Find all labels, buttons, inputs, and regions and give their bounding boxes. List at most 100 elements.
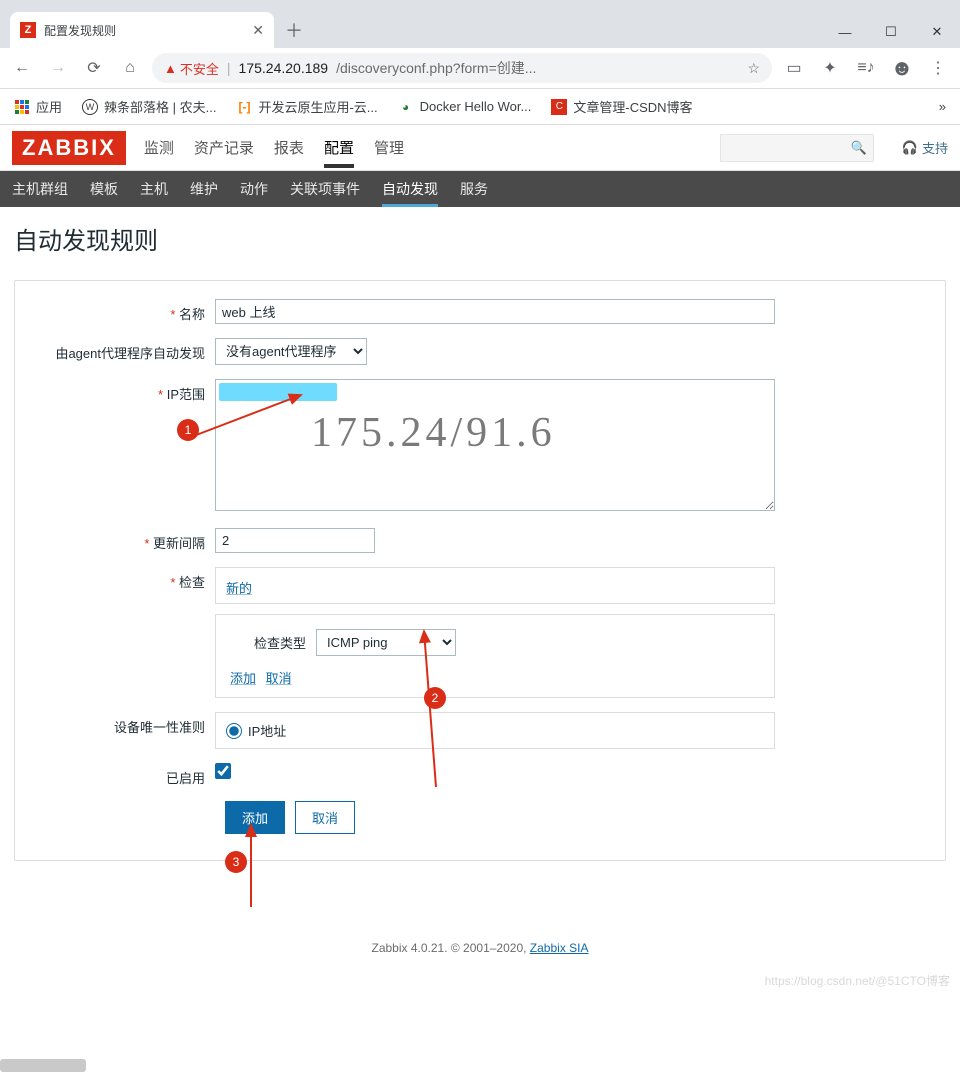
- headset-icon: 🎧: [902, 140, 918, 156]
- subnav-maintenance[interactable]: 维护: [190, 171, 218, 207]
- uniqueness-box: IP地址: [215, 712, 775, 749]
- home-button[interactable]: ⌂: [116, 54, 144, 82]
- close-window-button[interactable]: ✕: [914, 16, 960, 48]
- h-scrollbar-thumb[interactable]: [0, 1059, 86, 1072]
- profile-icon[interactable]: ☻: [888, 54, 916, 82]
- back-button[interactable]: ←: [8, 54, 36, 82]
- apps-icon: [15, 100, 29, 114]
- subnav-hostgroups[interactable]: 主机群组: [12, 171, 68, 207]
- zabbix-header: ZABBIX 监测 资产记录 报表 配置 管理 🔍 🎧支持: [0, 125, 960, 171]
- watermark: https://blog.csdn.net/@51CTO博客: [765, 972, 950, 989]
- top-nav: 监测 资产记录 报表 配置 管理: [144, 127, 404, 168]
- nav-administration[interactable]: 管理: [374, 127, 404, 168]
- label-name: 名称: [33, 299, 215, 323]
- bookmark-1-label: 辣条部落格 | 农夫...: [104, 97, 216, 116]
- inner-add-link[interactable]: 添加: [230, 671, 256, 686]
- uniqueness-radio-ip[interactable]: [226, 723, 242, 739]
- insecure-icon: ▲ 不安全: [164, 59, 219, 78]
- inner-cancel-link[interactable]: 取消: [266, 671, 292, 686]
- browser-tab[interactable]: Z 配置发现规则 ✕: [10, 12, 274, 48]
- csdn-icon: C: [551, 99, 567, 115]
- insecure-label: 不安全: [180, 59, 219, 78]
- bookmarks-bar: 应用 W 辣条部落格 | 农夫... [-]开发云原生应用-云... ◕ Docke…: [0, 89, 960, 125]
- support-link[interactable]: 🎧支持: [902, 138, 948, 157]
- nav-configuration[interactable]: 配置: [324, 127, 354, 168]
- bookmarks-overflow[interactable]: »: [933, 95, 952, 118]
- url-path: /discoveryconf.php?form=创建...: [336, 58, 536, 78]
- check-new-link[interactable]: 新的: [226, 581, 252, 596]
- minimize-button[interactable]: —: [822, 16, 868, 48]
- bookmark-star-icon[interactable]: ☆: [747, 60, 760, 77]
- footer-link[interactable]: Zabbix SIA: [530, 941, 589, 955]
- window-controls: — ☐ ✕: [822, 16, 960, 48]
- bookmark-4-label: 文章管理-CSDN博客: [573, 97, 692, 116]
- bookmark-2[interactable]: [-]开发云原生应用-云...: [230, 93, 383, 120]
- maximize-button[interactable]: ☐: [868, 16, 914, 48]
- submit-button[interactable]: 添加: [225, 801, 285, 834]
- annotation-handwriting: 175.24/91.6: [311, 409, 556, 457]
- subnav-hosts[interactable]: 主机: [140, 171, 168, 207]
- label-checks: 检查: [33, 567, 215, 591]
- bookmark-3[interactable]: ◕ Docker Hello Wor...: [392, 95, 538, 119]
- label-uniqueness: 设备唯一性准则: [33, 712, 215, 736]
- apps-shortcut[interactable]: 应用: [8, 93, 68, 120]
- wordpress-icon: W: [82, 99, 98, 115]
- label-interval: 更新间隔: [33, 528, 215, 552]
- address-bar[interactable]: ▲ 不安全 | 175.24.20.189/discoveryconf.php?…: [152, 53, 772, 83]
- uniqueness-option-label: IP地址: [248, 721, 286, 740]
- kebab-menu-icon[interactable]: ⋮: [924, 54, 952, 82]
- browser-toolbar: ← → ⟳ ⌂ ▲ 不安全 | 175.24.20.189/discoveryc…: [0, 48, 960, 89]
- nav-reports[interactable]: 报表: [274, 127, 304, 168]
- new-tab-button[interactable]: ＋: [280, 16, 308, 44]
- reload-button[interactable]: ⟳: [80, 54, 108, 82]
- page-content: 自动发现规则 名称 由agent代理程序自动发现 没有agent代理程序 IP范…: [0, 207, 960, 995]
- enabled-checkbox[interactable]: [215, 763, 231, 779]
- annotation-highlight: [219, 383, 337, 401]
- url-separator: |: [227, 60, 231, 76]
- tab-favicon: Z: [20, 22, 36, 38]
- tab-close-icon[interactable]: ✕: [252, 22, 264, 39]
- bookmark-3-label: Docker Hello Wor...: [420, 99, 532, 114]
- label-agent: 由agent代理程序自动发现: [33, 338, 215, 362]
- subnav-correlations[interactable]: 关联项事件: [290, 171, 360, 207]
- label-checktype: 检查类型: [230, 633, 306, 652]
- subnav-discovery[interactable]: 自动发现: [382, 171, 438, 207]
- check-edit-box: 检查类型 ICMP ping 添加 取消 2: [215, 614, 775, 698]
- tab-title: 配置发现规则: [44, 22, 244, 39]
- checktype-select[interactable]: ICMP ping: [316, 629, 456, 656]
- docker-icon: ◕: [398, 99, 414, 115]
- interval-input[interactable]: [215, 528, 375, 553]
- page-title: 自动发现规则: [14, 221, 946, 256]
- footer: Zabbix 4.0.21. © 2001–2020, Zabbix SIA: [14, 941, 946, 955]
- extensions-icon[interactable]: ✦: [816, 54, 844, 82]
- footer-text: Zabbix 4.0.21. © 2001–2020,: [372, 941, 530, 955]
- checks-box: 新的: [215, 567, 775, 604]
- window-titlebar: Z 配置发现规则 ✕ ＋ — ☐ ✕: [0, 0, 960, 48]
- agent-select[interactable]: 没有agent代理程序: [215, 338, 367, 365]
- nav-inventory[interactable]: 资产记录: [194, 127, 254, 168]
- annotation-badge-3: 3: [225, 851, 247, 873]
- cancel-button[interactable]: 取消: [295, 801, 355, 834]
- search-input[interactable]: 🔍: [720, 134, 874, 162]
- annotation-badge-2: 2: [424, 687, 446, 709]
- discovery-form: 名称 由agent代理程序自动发现 没有agent代理程序 IP范围 175.2…: [14, 280, 946, 861]
- cloud-icon: [-]: [236, 99, 252, 115]
- name-input[interactable]: [215, 299, 775, 324]
- reading-list-icon[interactable]: ≡♪: [852, 54, 880, 82]
- payment-icon[interactable]: ▭: [780, 54, 808, 82]
- search-icon: 🔍: [851, 140, 867, 156]
- subnav-templates[interactable]: 模板: [90, 171, 118, 207]
- nav-monitoring[interactable]: 监测: [144, 127, 174, 168]
- sub-nav: 主机群组 模板 主机 维护 动作 关联项事件 自动发现 服务: [0, 171, 960, 207]
- forward-button[interactable]: →: [44, 54, 72, 82]
- url-host: 175.24.20.189: [239, 60, 329, 76]
- label-enabled: 已启用: [33, 763, 215, 787]
- label-iprange: IP范围: [33, 379, 215, 403]
- bookmark-4[interactable]: C 文章管理-CSDN博客: [545, 93, 698, 120]
- support-label: 支持: [922, 138, 948, 157]
- bookmark-1[interactable]: W 辣条部落格 | 农夫...: [76, 93, 222, 120]
- apps-label: 应用: [36, 97, 62, 116]
- subnav-actions[interactable]: 动作: [240, 171, 268, 207]
- zabbix-logo[interactable]: ZABBIX: [12, 131, 126, 165]
- subnav-services[interactable]: 服务: [460, 171, 488, 207]
